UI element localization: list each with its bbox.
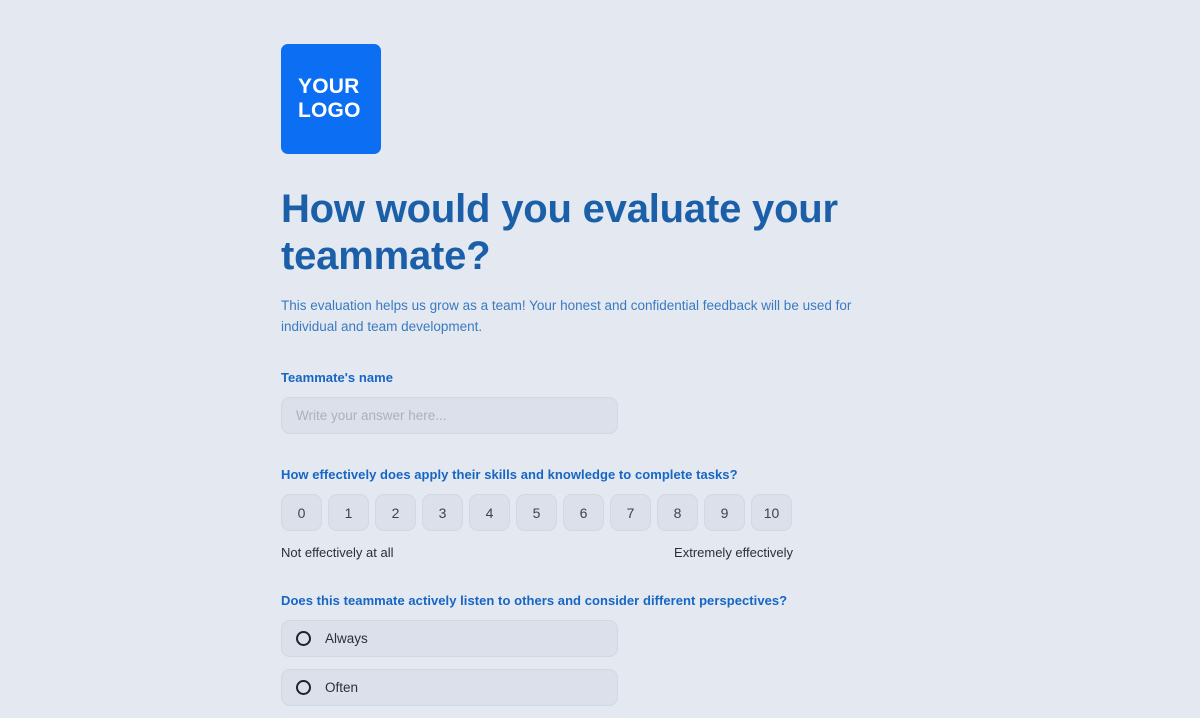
survey-page: YOUR LOGO How would you evaluate your te… xyxy=(0,0,1200,707)
rating-endpoint-labels: Not effectively at all Extremely effecti… xyxy=(281,545,793,560)
question-active-listening: Does this teammate actively listen to ot… xyxy=(281,593,981,707)
page-subtitle: This evaluation helps us grow as a team!… xyxy=(281,297,852,334)
page-title: How would you evaluate your teammate? xyxy=(281,187,838,278)
rating-low-label: Not effectively at all xyxy=(281,545,394,561)
radio-option-often[interactable]: Often xyxy=(281,669,618,707)
radio-circle-icon xyxy=(296,680,311,696)
question-skills-rating: How effectively does apply their skills … xyxy=(281,467,981,560)
radio-circle-icon xyxy=(296,631,311,647)
radio-option-label: Always xyxy=(325,631,368,647)
rating-option-1[interactable]: 1 xyxy=(328,494,369,532)
rating-option-7[interactable]: 7 xyxy=(610,494,651,532)
rating-option-6[interactable]: 6 xyxy=(563,494,604,532)
rating-option-8[interactable]: 8 xyxy=(657,494,698,532)
rating-high-label: Extremely effectively xyxy=(674,545,793,561)
rating-option-5[interactable]: 5 xyxy=(516,494,557,532)
question-label: Teammate's name xyxy=(281,370,393,386)
rating-option-2[interactable]: 2 xyxy=(375,494,416,532)
rating-option-0[interactable]: 0 xyxy=(281,494,322,532)
teammate-name-input[interactable] xyxy=(281,397,618,435)
brand-logo: YOUR LOGO xyxy=(281,44,381,154)
radio-option-label: Often xyxy=(325,680,359,696)
rating-option-10[interactable]: 10 xyxy=(751,494,792,532)
question-teammate-name: Teammate's name xyxy=(281,370,981,435)
question-label: How effectively does apply their skills … xyxy=(281,467,738,483)
logo-text-line-1: YOUR xyxy=(298,75,360,99)
form-container: YOUR LOGO How would you evaluate your te… xyxy=(281,0,981,718)
rating-option-3[interactable]: 3 xyxy=(422,494,463,532)
radio-option-always[interactable]: Always xyxy=(281,620,618,658)
question-label: Does this teammate actively listen to ot… xyxy=(281,593,788,609)
rating-option-9[interactable]: 9 xyxy=(704,494,745,532)
rating-option-4[interactable]: 4 xyxy=(469,494,510,532)
rating-scale: 0 1 2 3 4 5 6 7 8 9 10 xyxy=(281,494,981,532)
logo-text-line-2: LOGO xyxy=(298,99,361,122)
